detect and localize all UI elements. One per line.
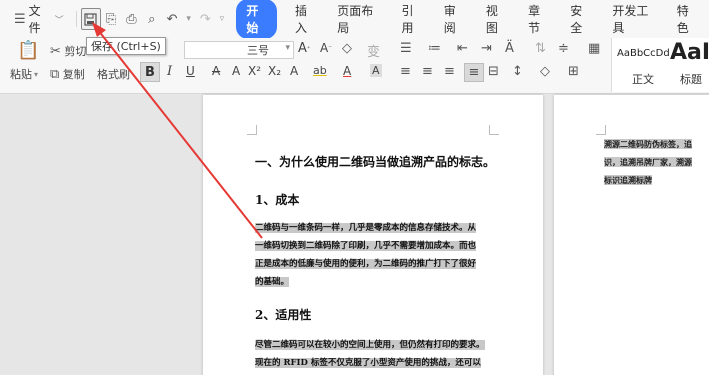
styles-gallery[interactable]: AaBbCcDd AaI 正文 标题 xyxy=(611,38,709,92)
hamburger-icon: ☰ xyxy=(14,11,26,27)
tab-home[interactable]: 开始 xyxy=(236,0,278,39)
tab-chapter[interactable]: 章节 xyxy=(518,0,560,38)
document-page[interactable]: 一、为什么使用二维码当做追溯产品的标志。 1、成本 二维码与一维条码一样，几乎是… xyxy=(203,95,543,375)
document-page-next[interactable]: 溯源二维码防伪标签，追 识，追溯吊牌厂家，溯源 标识追溯标牌 xyxy=(554,95,709,375)
export-pdf-icon[interactable]: ⎘ xyxy=(101,8,121,30)
subscript-button[interactable]: X₂ xyxy=(268,64,281,78)
section-heading: 1、成本 xyxy=(255,193,300,207)
tab-page-layout[interactable]: 页面布局 xyxy=(327,0,391,38)
tab-security[interactable]: 安全 xyxy=(560,0,602,38)
distribute-icon[interactable]: ⊟ xyxy=(488,64,499,79)
line-spacing-icon[interactable]: ↕ xyxy=(512,64,523,79)
undo-dropdown-icon[interactable]: ▾ xyxy=(182,8,195,30)
paste-button[interactable]: 粘贴 ▾ xyxy=(10,66,38,82)
style-heading-label[interactable]: 标题 xyxy=(680,71,702,87)
highlight-button[interactable]: ab xyxy=(313,64,327,77)
text-effect-button[interactable]: A xyxy=(290,64,298,78)
bold-button[interactable]: B xyxy=(140,62,160,82)
paragraph[interactable]: 溯源二维码防伪标签，追 识，追溯吊牌厂家，溯源 标识追溯标牌 xyxy=(604,135,709,189)
paragraph[interactable]: 二维码与一维条码一样，几乎是零成本的信息存储技术。从 一维码切换到二维码除了印刷… xyxy=(255,219,500,291)
margin-corner xyxy=(489,125,499,135)
tab-references[interactable]: 引用 xyxy=(392,0,434,38)
sort-icon[interactable]: ⇅ xyxy=(535,41,546,56)
justify-icon[interactable]: ≡ xyxy=(464,63,484,82)
copy-button[interactable]: ⧉ 复制 xyxy=(50,66,85,82)
tab-features[interactable]: 特色 xyxy=(667,0,709,38)
menu-bar: ☰ 文件 ﹀ ⎘ ⎙ ⌕ ↶ ▾ ↷ ▿ 开始 插入 页面布局 引用 审阅 视图… xyxy=(0,0,709,39)
customize-toolbar-icon[interactable]: ▿ xyxy=(215,8,228,30)
font-color-button[interactable]: A xyxy=(343,64,351,78)
shading-icon[interactable]: ◇ xyxy=(540,64,550,79)
tab-developer[interactable]: 开发工具 xyxy=(602,0,666,38)
paragraph[interactable]: 尽管二维码可以在较小的空间上使用，但仍然有打印的要求。 现在的 RFID 标签不… xyxy=(255,336,500,372)
document-area[interactable]: 一、为什么使用二维码当做追溯产品的标志。 1、成本 二维码与一维条码一样，几乎是… xyxy=(0,95,709,375)
copy-icon: ⧉ xyxy=(50,66,60,82)
strikethrough-button[interactable]: A xyxy=(212,64,220,78)
style-normal-sample: AaBbCcDd xyxy=(617,48,670,59)
chevron-down-icon: ▾ xyxy=(285,43,290,53)
align-right-icon[interactable]: ≡ xyxy=(444,64,455,79)
show-marks-icon[interactable]: ≑ xyxy=(558,41,569,56)
print-preview-icon[interactable]: ⌕ xyxy=(142,8,162,30)
strikethrough-dropdown[interactable]: A xyxy=(232,64,240,78)
divider xyxy=(75,11,77,27)
save-icon[interactable] xyxy=(80,8,101,30)
tab-insert[interactable]: 插入 xyxy=(285,0,327,38)
file-menu[interactable]: ☰ 文件 ﹀ xyxy=(0,0,72,38)
clear-format-icon[interactable]: ◇ xyxy=(342,41,352,56)
pinyin-icon[interactable]: 变 xyxy=(367,41,380,60)
paste-icon[interactable]: 📋 xyxy=(17,40,39,61)
style-normal-label[interactable]: 正文 xyxy=(632,71,654,87)
table-icon[interactable]: ▦ xyxy=(588,41,600,56)
section-heading: 2、适用性 xyxy=(255,308,312,322)
numbering-icon[interactable]: ≔ xyxy=(428,41,441,56)
border-icon[interactable]: ⊞ xyxy=(568,64,579,79)
cut-button[interactable]: ✂ 剪切 xyxy=(50,43,86,59)
text-size-icon[interactable]: Ä xyxy=(505,41,514,56)
tab-view[interactable]: 视图 xyxy=(476,0,518,38)
margin-corner xyxy=(247,125,257,135)
redo-icon[interactable]: ↷ xyxy=(195,8,215,30)
align-left-icon[interactable]: ≡ xyxy=(400,64,411,79)
undo-icon[interactable]: ↶ xyxy=(162,8,182,30)
wps-writer-window: ☰ 文件 ﹀ ⎘ ⎙ ⌕ ↶ ▾ ↷ ▿ 开始 插入 页面布局 引用 审阅 视图… xyxy=(0,0,709,375)
print-icon[interactable]: ⎙ xyxy=(121,8,141,30)
format-painter-button[interactable]: 格式刷 xyxy=(97,66,130,82)
increase-indent-icon[interactable]: ⇥ xyxy=(481,41,492,56)
scissors-icon: ✂ xyxy=(50,43,61,59)
style-heading-sample: AaI xyxy=(670,40,709,65)
italic-button[interactable]: I xyxy=(167,64,172,79)
shrink-font-icon[interactable]: A ⁻ xyxy=(320,41,332,55)
save-tooltip: 保存 (Ctrl+S) xyxy=(86,37,166,55)
heading-title: 一、为什么使用二维码当做追溯产品的标志。 xyxy=(255,155,496,169)
decrease-indent-icon[interactable]: ⇤ xyxy=(457,41,468,56)
superscript-button[interactable]: X² xyxy=(248,64,261,78)
file-menu-label: 文件 xyxy=(28,4,41,35)
margin-corner xyxy=(596,125,606,135)
bullets-icon[interactable]: ☰ xyxy=(400,41,412,56)
char-shading-button[interactable]: A xyxy=(370,64,382,77)
align-center-icon[interactable]: ≡ xyxy=(422,64,433,79)
font-size-select[interactable]: 三号 ▾ xyxy=(184,41,294,59)
chevron-down-icon: ﹀ xyxy=(54,15,64,26)
underline-button[interactable]: U xyxy=(186,64,195,78)
tab-review[interactable]: 审阅 xyxy=(434,0,476,38)
grow-font-icon[interactable]: A ⁺ xyxy=(298,41,311,56)
